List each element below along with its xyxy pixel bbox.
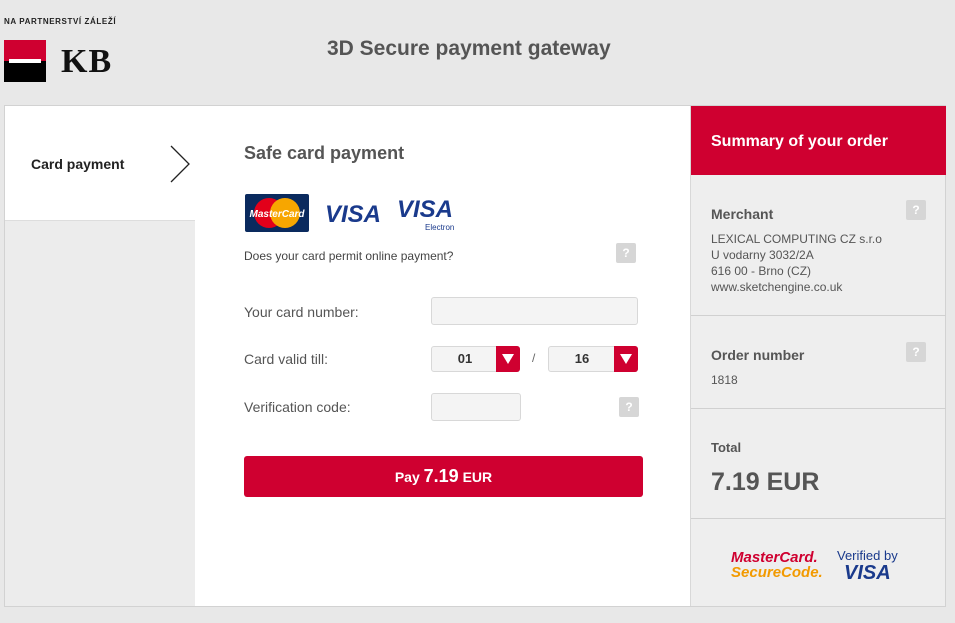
merchant-name: LEXICAL COMPUTING CZ s.r.o <box>711 232 882 246</box>
total-value: 7.19 EUR <box>711 468 820 496</box>
accepted-cards-logos: MasterCard VISA VISA Electron <box>245 194 454 232</box>
mastercard-logo: MasterCard <box>245 194 309 232</box>
total-title: Total <box>711 440 742 455</box>
dropdown-arrow-icon[interactable] <box>496 346 520 372</box>
online-payment-question: Does your card permit online payment? <box>244 249 454 263</box>
card-number-label: Your card number: <box>244 304 359 320</box>
help-icon[interactable]: ? <box>619 397 639 417</box>
merchant-street: U vodarny 3032/2A <box>711 248 814 262</box>
step-sidebar: Card payment <box>5 106 195 606</box>
merchant-website: www.sketchengine.co.uk <box>711 280 843 294</box>
merchant-city: 616 00 - Brno (CZ) <box>711 264 812 278</box>
expiry-month-value: 01 <box>457 351 473 366</box>
pay-button-currency: EUR <box>462 469 493 485</box>
pay-button[interactable]: Pay 7.19 EUR <box>244 456 643 497</box>
svg-text:VISA: VISA <box>325 201 381 228</box>
svg-text:Electron: Electron <box>425 223 454 232</box>
expiry-month-select[interactable]: 01 <box>431 346 520 372</box>
visa-logo: VISA <box>325 201 381 228</box>
pay-button-label: Pay <box>394 469 420 485</box>
order-number-section: Order number ? 1818 <box>691 316 946 409</box>
order-number-value: 1818 <box>711 373 738 387</box>
svg-text:MasterCard: MasterCard <box>249 209 305 220</box>
card-valid-label: Card valid till: <box>244 351 329 367</box>
mastercard-securecode-logo: MasterCard. SecureCode. <box>731 549 823 581</box>
verified-by-visa-logo: Verified by VISA <box>837 548 898 584</box>
page-title: 3D Secure payment gateway <box>327 37 611 60</box>
help-icon[interactable]: ? <box>906 200 926 220</box>
visa-electron-logo: VISA Electron <box>397 196 454 232</box>
chevron-right-icon <box>170 145 190 183</box>
dropdown-arrow-icon[interactable] <box>614 346 638 372</box>
verification-code-input[interactable] <box>431 393 521 421</box>
kb-logo[interactable]: KB <box>4 40 122 82</box>
merchant-section: Merchant ? LEXICAL COMPUTING CZ s.r.o U … <box>691 175 946 316</box>
expiry-separator: / <box>532 351 536 365</box>
summary-title: Summary of your order <box>691 106 946 175</box>
svg-text:VISA: VISA <box>397 196 453 223</box>
card-number-input[interactable] <box>431 297 638 325</box>
order-number-title: Order number <box>711 347 805 363</box>
form-title: Safe card payment <box>244 143 405 163</box>
help-icon[interactable]: ? <box>616 243 636 263</box>
payment-panel: Card payment Safe card payment MasterCar… <box>4 105 946 607</box>
verification-code-label: Verification code: <box>244 399 351 415</box>
pay-button-amount: 7.19 <box>423 466 459 486</box>
order-summary: Summary of your order Merchant ? LEXICAL… <box>690 106 946 606</box>
expiry-year-value: 16 <box>574 351 590 366</box>
sidebar-item-label: Card payment <box>31 156 125 172</box>
kb-logo-mark <box>4 40 46 82</box>
help-icon[interactable]: ? <box>906 342 926 362</box>
sidebar-item-card-payment[interactable]: Card payment <box>5 106 195 221</box>
kb-tagline: NA PARTNERSTVÍ ZÁLEŽÍ <box>4 17 117 26</box>
kb-logo-text: KB <box>61 43 113 80</box>
merchant-title: Merchant <box>711 206 774 222</box>
expiry-year-select[interactable]: 16 <box>548 346 638 372</box>
total-section: Total <box>691 409 946 519</box>
